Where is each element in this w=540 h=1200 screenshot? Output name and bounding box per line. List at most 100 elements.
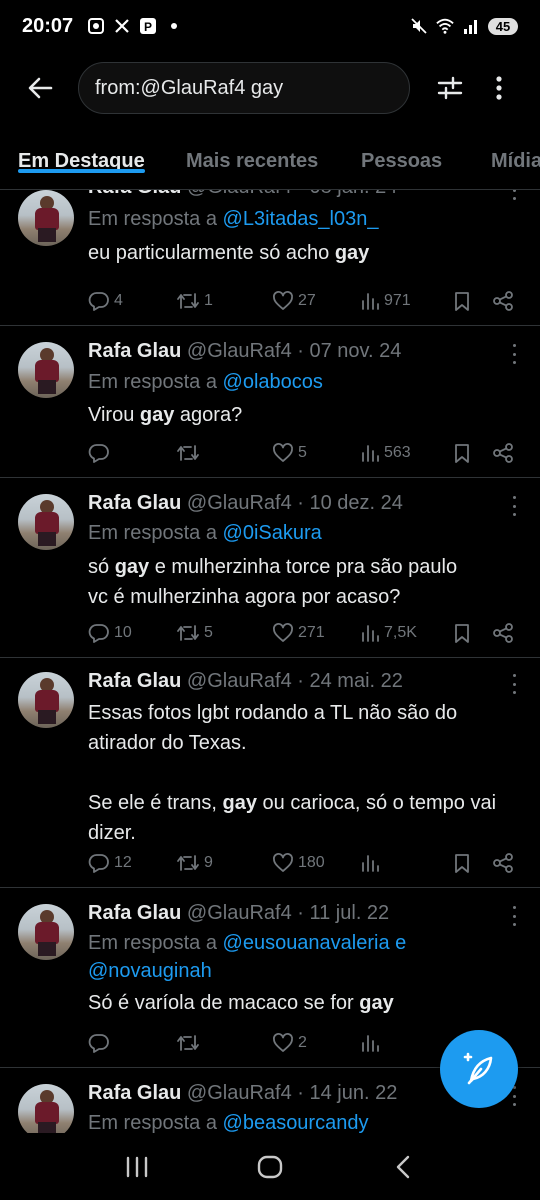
compose-post-button[interactable]	[440, 1030, 518, 1108]
tweet-actions: 5 563	[88, 438, 528, 468]
heart-icon	[273, 443, 293, 462]
author-name[interactable]: Rafa Glau	[88, 902, 181, 924]
search-filter-button[interactable]	[430, 68, 470, 108]
tweet[interactable]: Rafa Glau @GlauRaf4 · 07 nov. 24 Em resp…	[0, 326, 540, 478]
screenshot-icon	[87, 17, 105, 35]
more-options-button[interactable]	[484, 68, 514, 108]
share-icon	[493, 853, 513, 873]
avatar[interactable]	[18, 494, 74, 550]
retweet-button[interactable]: 9	[176, 848, 213, 878]
tweet-actions: 12 9 180	[88, 848, 528, 878]
views-button[interactable]: 563	[360, 438, 411, 468]
retweet-button[interactable]	[176, 1028, 204, 1058]
back-button[interactable]	[20, 68, 60, 108]
author-name[interactable]: Rafa Glau	[88, 340, 181, 362]
compose-feather-icon	[463, 1052, 493, 1085]
retweet-icon	[177, 1035, 199, 1051]
share-button[interactable]	[492, 848, 514, 878]
retweet-button[interactable]: 5	[176, 618, 213, 648]
bookmark-icon	[455, 292, 469, 311]
heart-icon	[273, 1033, 293, 1052]
wifi-icon	[436, 17, 454, 35]
home-button[interactable]	[240, 1142, 300, 1192]
mention-link[interactable]: @eusouanavaleria e	[223, 932, 407, 954]
avatar[interactable]	[18, 1084, 74, 1133]
avatar[interactable]	[18, 342, 74, 398]
tweet-more-icon[interactable]	[510, 906, 518, 926]
tweet-text: Essas fotos lgbt rodando a TL não são do…	[88, 702, 497, 844]
recent-apps-button[interactable]	[107, 1142, 167, 1192]
tab-em-destaque[interactable]: Em Destaque	[18, 138, 145, 173]
reply-icon	[88, 292, 109, 311]
tweet-more-icon[interactable]	[510, 344, 518, 364]
views-icon	[362, 293, 379, 310]
reply-button[interactable]: 4	[88, 286, 123, 316]
active-tab-indicator	[18, 169, 145, 173]
search-results-feed[interactable]: Rafa Glau @GlauRaf4 · 08 jan. 24 Em resp…	[0, 190, 540, 1133]
mention-link[interactable]: @beasourcandy	[223, 1112, 369, 1133]
retweet-button[interactable]: 1	[176, 286, 213, 316]
search-input[interactable]: from:@GlauRaf4 gay	[78, 62, 410, 114]
tweet-actions: 4 1 27 971	[88, 286, 528, 316]
author-name[interactable]: Rafa Glau	[88, 190, 181, 198]
views-button[interactable]	[360, 848, 384, 878]
author-handle-date: @GlauRaf4 · 08 jan. 24	[187, 190, 397, 198]
mention-link[interactable]: @olabocos	[223, 371, 323, 393]
like-button[interactable]: 27	[272, 286, 316, 316]
mention-link[interactable]: @0iSakura	[223, 522, 322, 544]
views-button[interactable]: 7,5K	[360, 618, 417, 648]
retweet-button[interactable]	[176, 438, 204, 468]
bookmark-button[interactable]	[452, 286, 472, 316]
tweet[interactable]: Rafa Glau @GlauRaf4 · 24 mai. 22 Essas f…	[0, 658, 540, 888]
avatar[interactable]	[18, 904, 74, 960]
like-button[interactable]: 271	[272, 618, 325, 648]
like-button[interactable]: 2	[272, 1028, 307, 1058]
author-name[interactable]: Rafa Glau	[88, 1082, 181, 1104]
mention-link[interactable]: @L3itadas_l03n_	[223, 208, 379, 230]
reply-button[interactable]	[88, 438, 114, 468]
tweet-more-icon[interactable]	[510, 674, 518, 694]
tab-mais-recentes[interactable]: Mais recentes	[186, 138, 318, 173]
share-button[interactable]	[492, 286, 514, 316]
status-time: 20:07	[22, 14, 74, 37]
tweet-text: Só é varíola de macaco se for gay	[88, 992, 394, 1014]
share-button[interactable]	[492, 618, 514, 648]
views-button[interactable]: 971	[360, 286, 411, 316]
search-query: from:@GlauRaf4 gay	[95, 76, 284, 99]
reply-button[interactable]: 12	[88, 848, 132, 878]
reply-button[interactable]	[88, 1028, 114, 1058]
chevron-left-icon	[397, 1155, 410, 1178]
mute-icon	[410, 17, 428, 35]
android-navigation-bar	[0, 1133, 540, 1200]
avatar[interactable]	[18, 190, 74, 246]
author-name[interactable]: Rafa Glau	[88, 670, 181, 692]
share-icon	[493, 291, 513, 311]
share-button[interactable]	[492, 438, 514, 468]
bookmark-icon	[455, 854, 469, 873]
sliders-icon	[437, 76, 463, 100]
parking-icon: P	[139, 17, 157, 35]
tweet-actions: 10 5 271 7,5K	[88, 618, 528, 648]
tweet-more-icon[interactable]	[510, 496, 518, 516]
tweet-more-icon[interactable]	[510, 190, 518, 200]
reply-button[interactable]: 10	[88, 618, 132, 648]
mention-link[interactable]: @novauginah	[88, 960, 212, 982]
bookmark-button[interactable]	[452, 618, 472, 648]
like-button[interactable]: 180	[272, 848, 325, 878]
heart-icon	[273, 623, 293, 642]
bookmark-button[interactable]	[452, 438, 472, 468]
reply-context: Em resposta a @0iSakura	[88, 522, 322, 544]
author-name[interactable]: Rafa Glau	[88, 492, 181, 514]
reply-context: Em resposta a @eusouanavaleria e	[88, 932, 407, 954]
avatar[interactable]	[18, 672, 74, 728]
tweet[interactable]: Rafa Glau @GlauRaf4 · 10 dez. 24 Em resp…	[0, 478, 540, 658]
views-button[interactable]	[360, 1028, 384, 1058]
tab-midia[interactable]: Mídia	[491, 138, 540, 173]
bookmark-button[interactable]	[452, 848, 472, 878]
tab-pessoas[interactable]: Pessoas	[361, 138, 442, 173]
system-back-button[interactable]	[373, 1142, 433, 1192]
like-button[interactable]: 5	[272, 438, 307, 468]
tweet[interactable]: Rafa Glau @GlauRaf4 · 08 jan. 24 Em resp…	[0, 190, 540, 326]
author-handle-date: @GlauRaf4 · 11 jul. 22	[186, 902, 390, 924]
bookmark-icon	[455, 444, 469, 463]
